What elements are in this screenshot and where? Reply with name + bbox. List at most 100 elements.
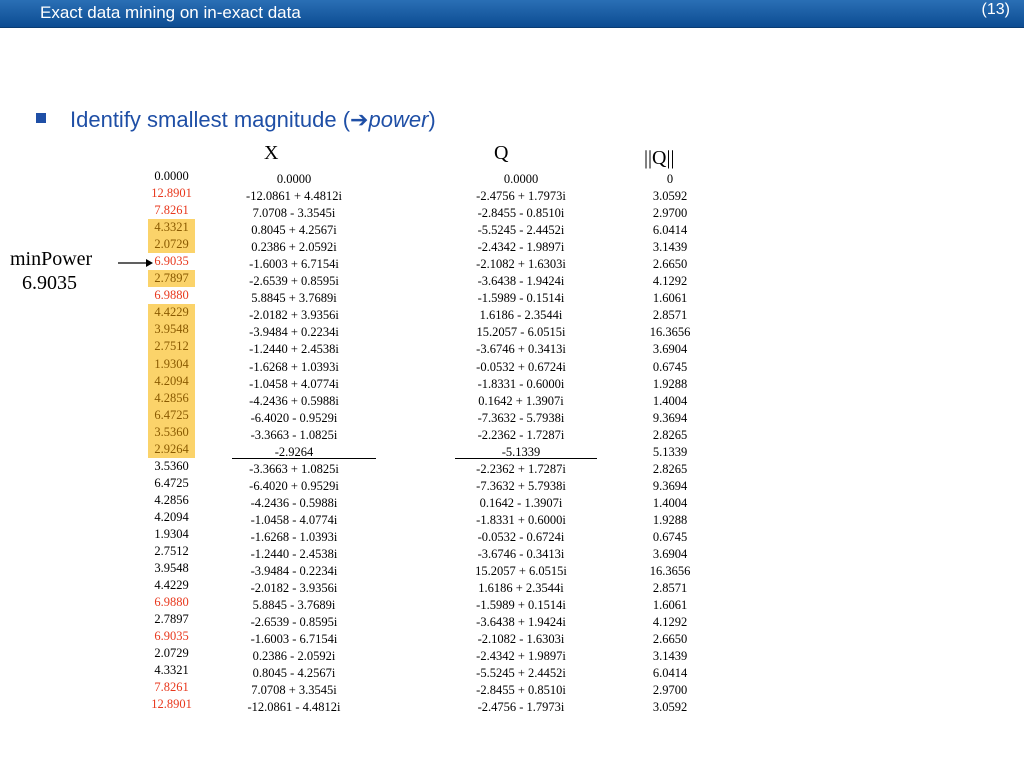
q-value: -0.0532 + 0.6724i [476,359,566,374]
q-norm-value: 9.3694 [652,410,688,425]
q-value: 15.2057 + 6.0515i [475,564,567,579]
min-power-value: 6.9035 [22,272,77,294]
power-value: 3.9548 [154,561,189,576]
x-value: -12.0861 + 4.4812i [246,189,342,204]
power-value: 3.9548 [148,321,195,339]
q-value: 0.1642 - 1.3907i [479,495,563,510]
title-bar: Exact data mining on in-exact data (13) [0,0,1024,28]
power-value: 4.3321 [148,219,195,237]
power-value: 0.0000 [154,169,189,183]
power-column: 0.0000 12.8901 7.8261 4.3321 2.0729 6.9035 2.7… [148,168,195,714]
q-value: -2.4756 - 1.7973i [477,700,565,715]
x-value: -3.9484 + 0.2234i [249,325,339,340]
power-value: 12.8901 [151,697,192,712]
power-value: 6.9880 [154,288,189,303]
x-value: 7.0708 + 3.3545i [251,683,337,698]
q-value: -1.8331 + 0.6000i [476,512,566,527]
q-value: -3.6746 + 0.3413i [476,342,566,357]
q-norm-value: 9.3694 [652,478,688,493]
power-value: 2.0729 [154,646,189,661]
power-value: 4.4229 [148,304,195,322]
q-norm-value: 2.6650 [652,257,688,272]
power-value: 6.9035 [154,254,189,269]
q-value: -5.5245 - 2.4452i [477,223,565,238]
x-value: -3.9484 - 0.2234i [250,564,338,579]
q-value: -1.5989 + 0.1514i [476,598,566,613]
x-divider [232,458,376,459]
q-value: -0.0532 - 0.6724i [477,529,565,544]
x-value: -1.2440 - 2.4538i [250,547,338,562]
power-value: 3.5360 [154,458,189,473]
q-value: -2.4342 + 1.9897i [476,649,566,664]
q-norm-value: 1.4004 [652,495,688,510]
power-value: 2.7512 [154,544,189,559]
q-value: -5.5245 + 2.4452i [476,666,566,681]
q-norm-value: 2.9700 [652,206,688,221]
power-value: 4.2094 [148,372,195,390]
bullet-close: ) [428,107,436,132]
q-header: Q [494,142,509,164]
x-value: 0.8045 + 4.2567i [251,223,337,238]
q-norm-value: 16.3656 [649,325,691,340]
x-column: 0.0000 -12.0861 + 4.4812i 7.0708 - 3.3545i… [232,171,356,717]
q-norm-value: 3.1439 [652,240,688,255]
q-value: 1.6186 + 2.3544i [478,581,564,596]
q-norm-header: ||Q|| [644,147,675,169]
x-value: -2.6539 + 0.8595i [249,274,339,289]
q-norm-value: 4.1292 [652,615,688,630]
q-norm-value: 3.6904 [652,547,688,562]
q-norm-value: 3.0592 [652,700,688,715]
q-norm-column: 0 3.0592 2.9700 6.0414 3.1439 2.6650 4.1292 1.6… [640,171,700,717]
x-value: -1.6268 - 1.0393i [250,529,338,544]
x-value: 0.0000 [276,172,312,186]
power-value: 1.9304 [148,355,195,373]
x-value: -1.0458 - 4.0774i [250,512,338,527]
x-value: -6.4020 + 0.9529i [249,478,339,493]
q-value: -2.8455 - 0.8510i [477,206,565,221]
x-value: 7.0708 - 3.3545i [252,206,336,221]
q-norm-value: 1.9288 [652,512,688,527]
q-norm-value: 6.0414 [652,223,688,238]
power-value: 6.4725 [148,406,195,424]
q-norm-value: 6.0414 [652,666,688,681]
bullet-emphasis: power [368,107,429,132]
power-value: 4.3321 [154,663,189,678]
x-value: 0.2386 + 2.0592i [251,240,337,255]
q-norm-value: 3.6904 [652,342,688,357]
power-value: 4.4229 [154,578,189,593]
x-value: 5.8845 + 3.7689i [251,291,337,306]
x-value: -1.6003 - 6.7154i [250,632,338,647]
min-power-text: minPower [10,248,93,270]
power-value: 7.8261 [154,203,189,218]
q-value: -7.3632 - 5.7938i [477,410,565,425]
x-value: -2.0182 + 3.9356i [249,308,339,323]
power-value: 6.9880 [154,595,189,610]
q-norm-value: 5.1339 [652,444,688,459]
power-value: 1.9304 [154,526,189,541]
q-value: -2.8455 + 0.8510i [476,683,566,698]
x-value: -1.6268 + 1.0393i [249,359,339,374]
q-value: -2.1082 - 1.6303i [477,632,565,647]
power-value: 2.9264 [148,440,195,458]
q-value: 1.6186 - 2.3544i [479,308,563,323]
x-header: X [264,142,279,164]
power-value: 12.8901 [151,186,192,201]
q-norm-value: 3.1439 [652,649,688,664]
q-value: -2.2362 - 1.7287i [477,427,565,442]
q-norm-value: 1.6061 [652,291,688,306]
q-value: -2.4342 - 1.9897i [477,240,565,255]
x-value: -12.0861 - 4.4812i [247,700,341,715]
q-value: -1.5989 - 0.1514i [477,291,565,306]
x-value: -4.2436 - 0.5988i [250,495,338,510]
power-value: 2.7897 [154,612,189,627]
q-norm-value: 0 [666,172,674,186]
q-norm-value: 2.6650 [652,632,688,647]
x-value: 0.8045 - 4.2567i [252,666,336,681]
power-value: 2.7897 [148,270,195,288]
power-value: 3.5360 [148,423,195,441]
x-value: -1.2440 + 2.4538i [249,342,339,357]
q-norm-value: 3.0592 [652,189,688,204]
q-norm-value: 2.8265 [652,427,688,442]
q-value: 0.0000 [503,172,539,186]
x-value: -1.0458 + 4.0774i [249,376,339,391]
